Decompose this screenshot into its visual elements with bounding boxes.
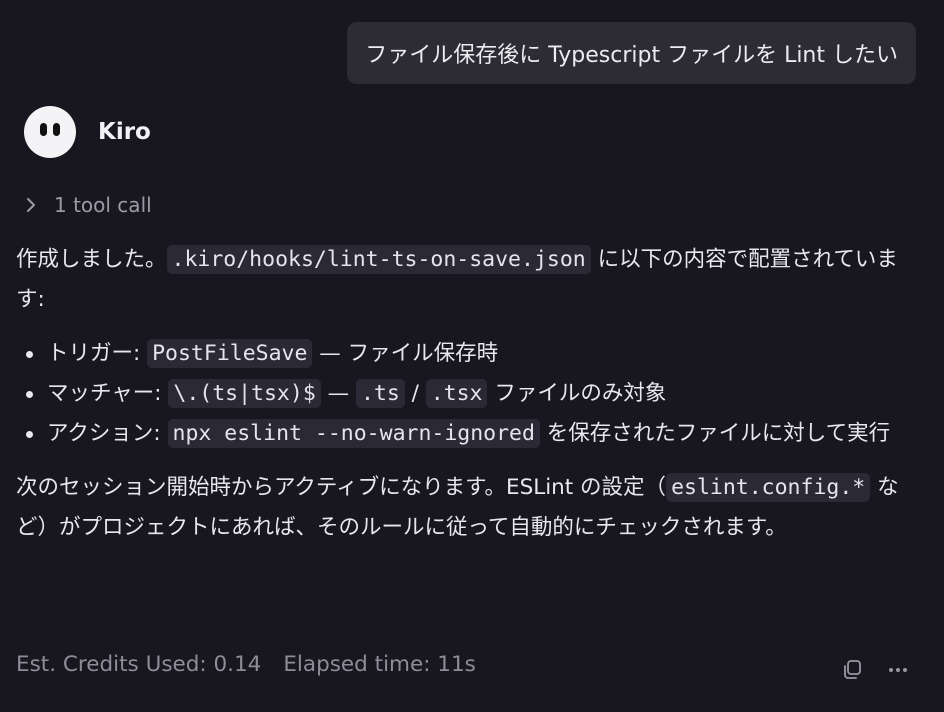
avatar-right-eye: [53, 123, 60, 136]
trigger-label: トリガー:: [47, 341, 148, 366]
response-footer: Est. Credits Used: 0.14 Elapsed time: 11s: [16, 652, 476, 677]
ghost-face-icon: [24, 106, 76, 158]
response-outro: 次のセッション開始時からアクティブになります。ESLint の設定（ eslint…: [16, 468, 922, 548]
credits-used: Est. Credits Used: 0.14: [16, 652, 262, 677]
matcher-code: \.(ts|tsx)$: [168, 379, 321, 408]
more-horizontal-icon[interactable]: [886, 656, 910, 684]
eslint-config-code: eslint.config.*: [666, 473, 871, 502]
bullet-dot: [26, 391, 33, 398]
bullet-dot: [26, 351, 33, 358]
action-label: アクション:: [47, 421, 168, 446]
footer-actions: [840, 656, 910, 684]
action-code: npx eslint --no-warn-ignored: [167, 419, 540, 448]
matcher-ext-tsx: .tsx: [425, 379, 488, 408]
copy-icon[interactable]: [840, 656, 864, 684]
action-text: を保存されたファイルに対して実行: [539, 421, 891, 446]
list-item-trigger: トリガー: PostFileSave — ファイル保存時: [16, 334, 922, 374]
hook-file-path: .kiro/hooks/lint-ts-on-save.json: [166, 245, 591, 274]
elapsed-time: Elapsed time: 11s: [283, 652, 476, 677]
matcher-sep: /: [404, 381, 426, 406]
matcher-text: —: [320, 381, 356, 406]
assistant-response: 作成しました。 .kiro/hooks/lint-ts-on-save.json …: [16, 240, 922, 548]
hook-details-list: トリガー: PostFileSave — ファイル保存時 マッチャー: \.(t…: [16, 334, 922, 454]
matcher-label: マッチャー:: [47, 381, 169, 406]
user-message-bubble: ファイル保存後に Typescript ファイルを Lint したい: [347, 22, 916, 84]
intro-text: 作成しました。: [16, 247, 167, 272]
bullet-dot: [26, 431, 33, 438]
chat-panel: ファイル保存後に Typescript ファイルを Lint したい Kiro …: [0, 0, 944, 712]
agent-header: Kiro: [24, 106, 151, 158]
agent-name: Kiro: [98, 119, 151, 145]
chevron-right-icon: [22, 190, 42, 220]
avatar-left-eye: [40, 123, 47, 136]
response-intro: 作成しました。 .kiro/hooks/lint-ts-on-save.json …: [16, 240, 922, 320]
trigger-text: — ファイル保存時: [312, 341, 499, 366]
list-item-action: アクション: npx eslint --no-warn-ignored を保存さ…: [16, 414, 922, 454]
outro-text: 次のセッション開始時からアクティブになります。ESLint の設定（: [16, 475, 667, 500]
trigger-code: PostFileSave: [147, 339, 313, 368]
matcher-ext-ts: .ts: [355, 379, 405, 408]
matcher-suffix: ファイルのみ対象: [487, 381, 667, 406]
tool-call-label: 1 tool call: [54, 193, 152, 217]
user-message-text: ファイル保存後に Typescript ファイルを Lint したい: [365, 43, 898, 68]
list-item-matcher: マッチャー: \.(ts|tsx)$ — .ts / .tsx ファイルのみ対象: [16, 374, 922, 414]
tool-call-toggle[interactable]: 1 tool call: [22, 190, 152, 220]
